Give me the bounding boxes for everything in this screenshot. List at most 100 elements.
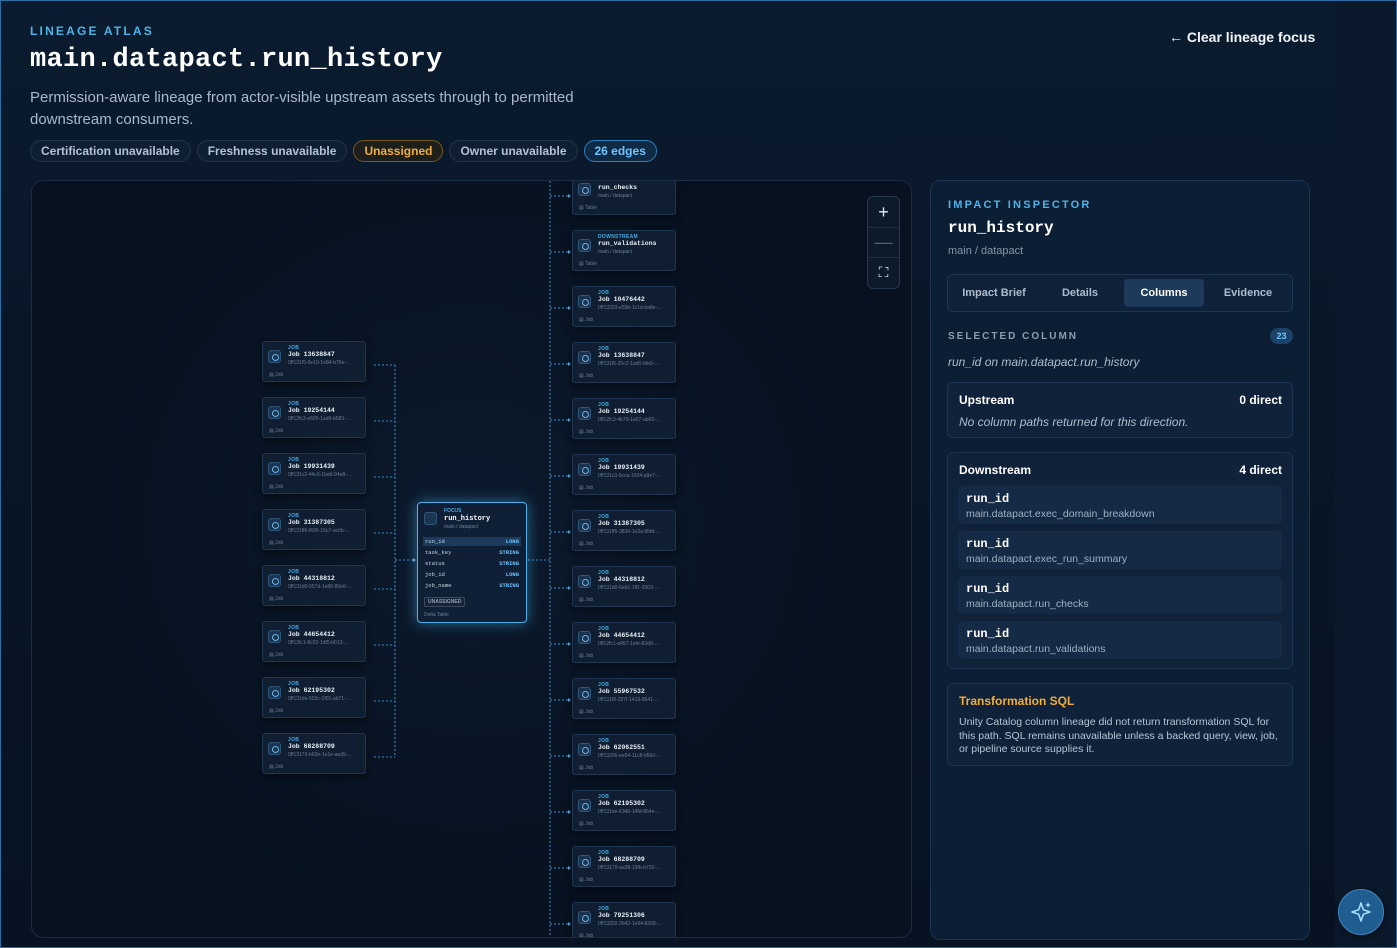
node-id: 0ff131c3-5cca-1034-a9e7-… xyxy=(598,473,662,479)
sparkle-icon xyxy=(1351,902,1371,922)
clock-icon xyxy=(578,463,591,476)
downstream-node[interactable]: JOB Job 19931439 0ff131c3-5cca-1034-a9e7-…… xyxy=(572,454,676,495)
tab-impact-brief[interactable]: Impact Brief xyxy=(952,279,1036,307)
upstream-node[interactable]: JOB Job 62195302 0ff131de-553c-1f01-ab71-…… xyxy=(262,677,366,718)
upstream-heading: Upstream xyxy=(959,393,1015,407)
downstream-node[interactable]: JOB Job 68288709 0ff13179-aa38-19fb-b732-…… xyxy=(572,846,676,887)
downstream-node[interactable]: JOB Job 31387305 0ff131ff6-3839-1e3a-9fdd-… xyxy=(572,510,676,551)
focus-column-row[interactable]: task_key STRING xyxy=(423,548,521,557)
clock-icon xyxy=(578,911,591,924)
freshness-pill: Freshness unavailable xyxy=(196,140,348,162)
focus-node-schema: main / datapact xyxy=(444,524,479,530)
page-title: main.datapact.run_history xyxy=(30,45,443,75)
tab-columns[interactable]: Columns xyxy=(1124,279,1204,307)
fit-view-button[interactable]: ⛶ xyxy=(868,257,899,287)
downstream-node[interactable]: JOB Job 19254144 0ff12fc3-4b79-1a07-ab69-…… xyxy=(572,398,676,439)
clock-icon xyxy=(578,855,591,868)
downstream-node[interactable]: JOB Job 79251306 0ff13202-2b42-1e94-8308-…… xyxy=(572,902,676,937)
node-type: ▤ Job xyxy=(579,541,594,547)
node-type: ▤ Job xyxy=(269,596,284,602)
node-name: Job 44318812 xyxy=(598,576,645,583)
tab-details[interactable]: Details xyxy=(1038,279,1122,307)
path-column: run_id xyxy=(966,582,1010,596)
downstream-node[interactable]: run_checks main / datapact ▤ Table xyxy=(572,181,676,215)
node-name: Job 79251306 xyxy=(598,912,645,919)
downstream-node[interactable]: JOB Job 44318812 0ff131d0-6eb1-1ff1-9303-…… xyxy=(572,566,676,607)
node-name: Job 19254144 xyxy=(288,407,335,414)
edge-arrow xyxy=(568,362,571,366)
downstream-node[interactable]: JOB Job 13638847 0ff131f5-25c2-1ad0-bfe0-…… xyxy=(572,342,676,383)
edge-arrow xyxy=(568,194,571,198)
node-type: ▤ Job xyxy=(269,708,284,714)
upstream-node[interactable]: JOB Job 44318812 0ff131d0-057d-1e88-86e6-…… xyxy=(262,565,366,606)
focus-column-row[interactable]: job_name STRING xyxy=(423,581,521,590)
impact-inspector-panel: IMPACT INSPECTOR run_history main / data… xyxy=(930,180,1310,940)
focus-node[interactable]: FOCUS run_history main / datapact run_id… xyxy=(417,502,527,623)
downstream-node[interactable]: JOB Job 55967532 0ff131f8-287f-1419-8641-…… xyxy=(572,678,676,719)
upstream-node[interactable]: JOB Job 31387305 0ff131ff6-f695-16c7-ac6b-… xyxy=(262,509,366,550)
clear-lineage-focus-link[interactable]: ← Clear lineage focus xyxy=(1169,29,1315,45)
focus-column-row[interactable]: run_id LONG xyxy=(423,537,521,546)
column-count-badge: 23 xyxy=(1270,328,1293,344)
node-id: 0ff131ff6-3839-1e3a-9fdd-… xyxy=(598,529,661,535)
downstream-node[interactable]: JOB Job 62062551 0ff13206-ee54-11c8-b5b0-…… xyxy=(572,734,676,775)
node-id: 0ff131d0-057d-1e88-86e6-… xyxy=(288,584,353,590)
edge-arrow xyxy=(568,418,571,422)
downstream-node[interactable]: JOB Job 62195302 0ff131de-6346-14fd-864e-…… xyxy=(572,790,676,831)
edge-arrow xyxy=(568,474,571,478)
page-subtitle: Permission-aware lineage from actor-visi… xyxy=(30,89,574,128)
node-id: 0ff12fc3-e605-1ad6-b583-… xyxy=(288,416,351,422)
column-name: run_id xyxy=(425,538,445,545)
node-name: Job 68288709 xyxy=(288,743,335,750)
column-path-item[interactable]: run_id main.datapact.exec_run_summary xyxy=(958,531,1282,569)
node-id: main / datapact xyxy=(598,249,633,255)
column-path-item[interactable]: run_id main.datapact.run_checks xyxy=(958,576,1282,614)
lineage-graph-canvas[interactable]: FOCUS run_history main / datapact run_id… xyxy=(31,180,912,938)
assistant-button[interactable] xyxy=(1338,889,1384,935)
clock-icon xyxy=(268,630,281,643)
clock-icon xyxy=(268,574,281,587)
status-pills: Certification unavailable Freshness unav… xyxy=(30,140,657,162)
node-name: Job 55967532 xyxy=(598,688,645,695)
path-table: main.datapact.run_validations xyxy=(966,643,1106,655)
node-name: Job 44318812 xyxy=(288,575,335,582)
upstream-node[interactable]: JOB Job 44654412 0ff12fc1-8c03-1df5-b013-…… xyxy=(262,621,366,662)
edge-arrow xyxy=(568,698,571,702)
node-id: 0ff131d0-6eb1-1ff1-9303-… xyxy=(598,585,660,591)
clock-icon xyxy=(578,183,591,196)
node-name: Job 44654412 xyxy=(598,632,645,639)
downstream-node[interactable]: JOB Job 44654412 0ff12fc1-a457-1efe-82d0-…… xyxy=(572,622,676,663)
node-type: ▤ Job xyxy=(579,877,594,883)
edge-arrow xyxy=(568,530,571,534)
clock-icon xyxy=(578,687,591,700)
column-path-item[interactable]: run_id main.datapact.exec_domain_breakdo… xyxy=(958,486,1282,524)
focus-column-row[interactable]: status STRING xyxy=(423,559,521,568)
node-name: Job 62195302 xyxy=(598,800,645,807)
inspector-tabs: Impact Brief Details Columns Evidence xyxy=(947,274,1293,312)
downstream-node[interactable]: DOWNSTREAM run_validations main / datapact… xyxy=(572,230,676,271)
upstream-node[interactable]: JOB Job 13638847 0ff131f5-0e10-1e84-b79e-…… xyxy=(262,341,366,382)
page-eyebrow: LINEAGE ATLAS xyxy=(30,24,154,38)
node-id: 0ff131f5-0e10-1e84-b79e-… xyxy=(288,360,352,366)
column-type: STRING xyxy=(499,549,519,556)
clock-icon xyxy=(578,799,591,812)
node-id: 0ff131c2-44c9-1bdd-94e8-… xyxy=(288,472,352,478)
column-type: STRING xyxy=(499,582,519,589)
node-id: 0ff131f5-25c2-1ad0-bfe0-… xyxy=(598,361,660,367)
node-name: Job 19931439 xyxy=(288,463,335,470)
node-type: ▤ Job xyxy=(579,373,594,379)
node-type: ▤ Job xyxy=(269,484,284,490)
focus-column-row[interactable]: job_id LONG xyxy=(423,570,521,579)
upstream-node[interactable]: JOB Job 19931439 0ff131c2-44c9-1bdd-94e8-…… xyxy=(262,453,366,494)
column-path-item[interactable]: run_id main.datapact.run_validations xyxy=(958,621,1282,659)
tab-evidence[interactable]: Evidence xyxy=(1206,279,1290,307)
node-name: Job 10476442 xyxy=(598,296,645,303)
node-name: Job 31387305 xyxy=(288,519,335,526)
downstream-node[interactable]: JOB Job 10476442 0ff13203-e59b-1c1d-ba8e-…… xyxy=(572,286,676,327)
node-id: main / datapact xyxy=(598,193,633,199)
upstream-node[interactable]: JOB Job 19254144 0ff12fc3-e605-1ad6-b583-…… xyxy=(262,397,366,438)
zoom-out-button[interactable]: — xyxy=(868,227,899,257)
zoom-in-button[interactable]: + xyxy=(868,197,899,227)
upstream-node[interactable]: JOB Job 68288709 0ff13179-b63e-1e1e-aed5-…… xyxy=(262,733,366,774)
node-type: ▤ Job xyxy=(269,652,284,658)
